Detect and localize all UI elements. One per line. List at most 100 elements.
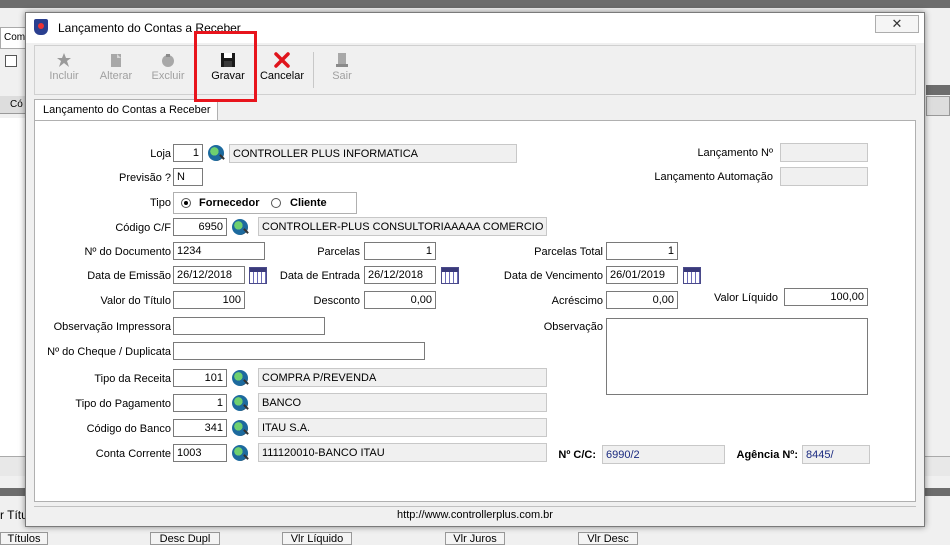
codigo-banco-input[interactable]: 341 — [173, 419, 227, 437]
background-column-vlr-desc: Vlr Desc — [578, 532, 638, 545]
valor-titulo-input[interactable]: 100 — [173, 291, 245, 309]
numero-cheque-label: Nº do Cheque / Duplicata — [47, 346, 171, 358]
lancamento-numero-label: Lançamento Nº — [697, 147, 773, 159]
parcelas-label: Parcelas — [317, 246, 360, 258]
close-button[interactable]: ✕ — [875, 15, 919, 33]
background-titlebar — [0, 0, 950, 8]
cliente-label: Cliente — [290, 197, 327, 209]
agencia-field: 8445/ — [802, 445, 870, 464]
cancel-icon — [274, 52, 290, 68]
data-vencimento-calendar-icon[interactable] — [683, 267, 701, 284]
receivable-dialog: Lançamento do Contas a Receber ✕ Incluir… — [25, 12, 925, 527]
lancamento-automacao-label: Lançamento Automação — [654, 171, 773, 183]
data-emissao-label: Data de Emissão — [87, 270, 171, 282]
loja-code-input[interactable]: 1 — [173, 144, 203, 162]
background-column-vlr-juros: Vlr Juros — [445, 532, 505, 545]
lancamento-automacao-field — [780, 167, 868, 186]
footer-url: http://www.controllerplus.com.br — [34, 506, 916, 522]
dialog-titlebar: Lançamento do Contas a Receber ✕ — [26, 13, 924, 43]
agencia-label: Agência Nº: — [736, 449, 798, 461]
alterar-button[interactable]: Alterar — [91, 48, 141, 92]
data-vencimento-label: Data de Vencimento — [503, 270, 603, 282]
parcelas-total-input[interactable]: 1 — [606, 242, 678, 260]
data-vencimento-input[interactable]: 26/01/2019 — [606, 266, 678, 284]
data-emissao-calendar-icon[interactable] — [249, 267, 267, 284]
lancamento-numero-field — [780, 143, 868, 162]
numero-documento-label: Nº do Documento — [84, 246, 171, 258]
desconto-input[interactable]: 0,00 — [364, 291, 436, 309]
background-right-grid — [926, 96, 950, 116]
data-entrada-calendar-icon[interactable] — [441, 267, 459, 284]
numero-cc-label: Nº C/C: — [558, 449, 596, 461]
desconto-label: Desconto — [313, 295, 360, 307]
codigo-banco-name-field: ITAU S.A. — [258, 418, 547, 437]
new-record-icon — [57, 53, 71, 67]
numero-documento-input[interactable]: 1234 — [173, 242, 265, 260]
background-column-desc-dupl: Desc Dupl — [150, 532, 220, 545]
conta-corrente-label: Conta Corrente — [95, 448, 171, 460]
background-checkbox — [5, 55, 17, 67]
observacao-textarea[interactable] — [606, 318, 868, 395]
observacao-label: Observação — [543, 321, 603, 333]
conta-corrente-name-field: 111120010-BANCO ITAU — [258, 443, 547, 462]
gravar-highlight — [194, 31, 257, 102]
tab-lancamento[interactable]: Lançamento do Contas a Receber — [34, 99, 218, 121]
toolbar-separator — [313, 52, 314, 88]
fornecedor-label: Fornecedor — [199, 197, 260, 209]
data-emissao-input[interactable]: 26/12/2018 — [173, 266, 245, 284]
close-icon: ✕ — [891, 16, 903, 31]
numero-cheque-input[interactable] — [173, 342, 425, 360]
tipo-receita-search-icon[interactable] — [232, 370, 248, 386]
tipo-pagamento-input[interactable]: 1 — [173, 394, 227, 412]
valor-liquido-label: Valor Líquido — [713, 292, 778, 304]
toolbar: Incluir Alterar Excluir Gravar Cancelar … — [34, 45, 916, 95]
conta-corrente-input[interactable]: 1003 — [173, 444, 227, 462]
parcelas-input[interactable]: 1 — [364, 242, 436, 260]
tipo-radio-group: Fornecedor Cliente — [173, 192, 357, 214]
observacao-impressora-label: Observação Impressora — [53, 321, 171, 333]
data-entrada-label: Data de Entrada — [279, 270, 360, 282]
incluir-button[interactable]: Incluir — [39, 48, 89, 92]
excluir-button[interactable]: Excluir — [143, 48, 193, 92]
tipo-receita-input[interactable]: 101 — [173, 369, 227, 387]
data-entrada-input[interactable]: 26/12/2018 — [364, 266, 436, 284]
app-logo-icon — [34, 19, 48, 35]
tipo-label: Tipo — [150, 197, 171, 209]
codigo-banco-search-icon[interactable] — [232, 420, 248, 436]
tipo-receita-label: Tipo da Receita — [94, 373, 171, 385]
tipo-receita-name-field: COMPRA P/REVENDA — [258, 368, 547, 387]
codigo-cf-input[interactable]: 6950 — [173, 218, 227, 236]
edit-record-icon — [111, 54, 121, 67]
valor-liquido-input[interactable]: 100,00 — [784, 288, 868, 306]
previsao-label: Previsão ? — [119, 172, 171, 184]
loja-label: Loja — [150, 148, 171, 160]
fornecedor-radio[interactable] — [181, 198, 191, 208]
acrescimo-label: Acréscimo — [551, 295, 603, 307]
sair-button[interactable]: Sair — [317, 48, 367, 92]
numero-cc-field: 6990/2 — [602, 445, 725, 464]
acrescimo-input[interactable]: 0,00 — [606, 291, 678, 309]
background-grid-header-label: Có — [10, 99, 23, 110]
cancelar-button[interactable]: Cancelar — [257, 48, 307, 92]
background-column-vlr-liquido: Vlr Líquido — [282, 532, 352, 545]
codigo-cf-search-icon[interactable] — [232, 219, 248, 235]
observacao-impressora-input[interactable] — [173, 317, 325, 335]
tipo-pagamento-search-icon[interactable] — [232, 395, 248, 411]
codigo-cf-label: Código C/F — [115, 222, 171, 234]
loja-name-field: CONTROLLER PLUS INFORMATICA — [229, 144, 517, 163]
background-right-bar — [926, 85, 950, 95]
valor-titulo-label: Valor do Título — [100, 295, 171, 307]
conta-corrente-search-icon[interactable] — [232, 445, 248, 461]
tipo-pagamento-label: Tipo do Pagamento — [75, 398, 171, 410]
exit-icon — [336, 53, 348, 67]
delete-record-icon — [162, 54, 174, 67]
loja-search-icon[interactable] — [208, 145, 224, 161]
background-left-panel — [0, 118, 26, 458]
codigo-cf-name-field: CONTROLLER-PLUS CONSULTORIAAAAA COMERCIO… — [258, 217, 547, 236]
parcelas-total-label: Parcelas Total — [534, 246, 603, 258]
previsao-input[interactable]: N — [173, 168, 203, 186]
tipo-pagamento-name-field: BANCO — [258, 393, 547, 412]
codigo-banco-label: Código do Banco — [86, 423, 171, 435]
tab-panel: Loja 1 CONTROLLER PLUS INFORMATICA Lança… — [34, 120, 916, 502]
cliente-radio[interactable] — [271, 198, 281, 208]
